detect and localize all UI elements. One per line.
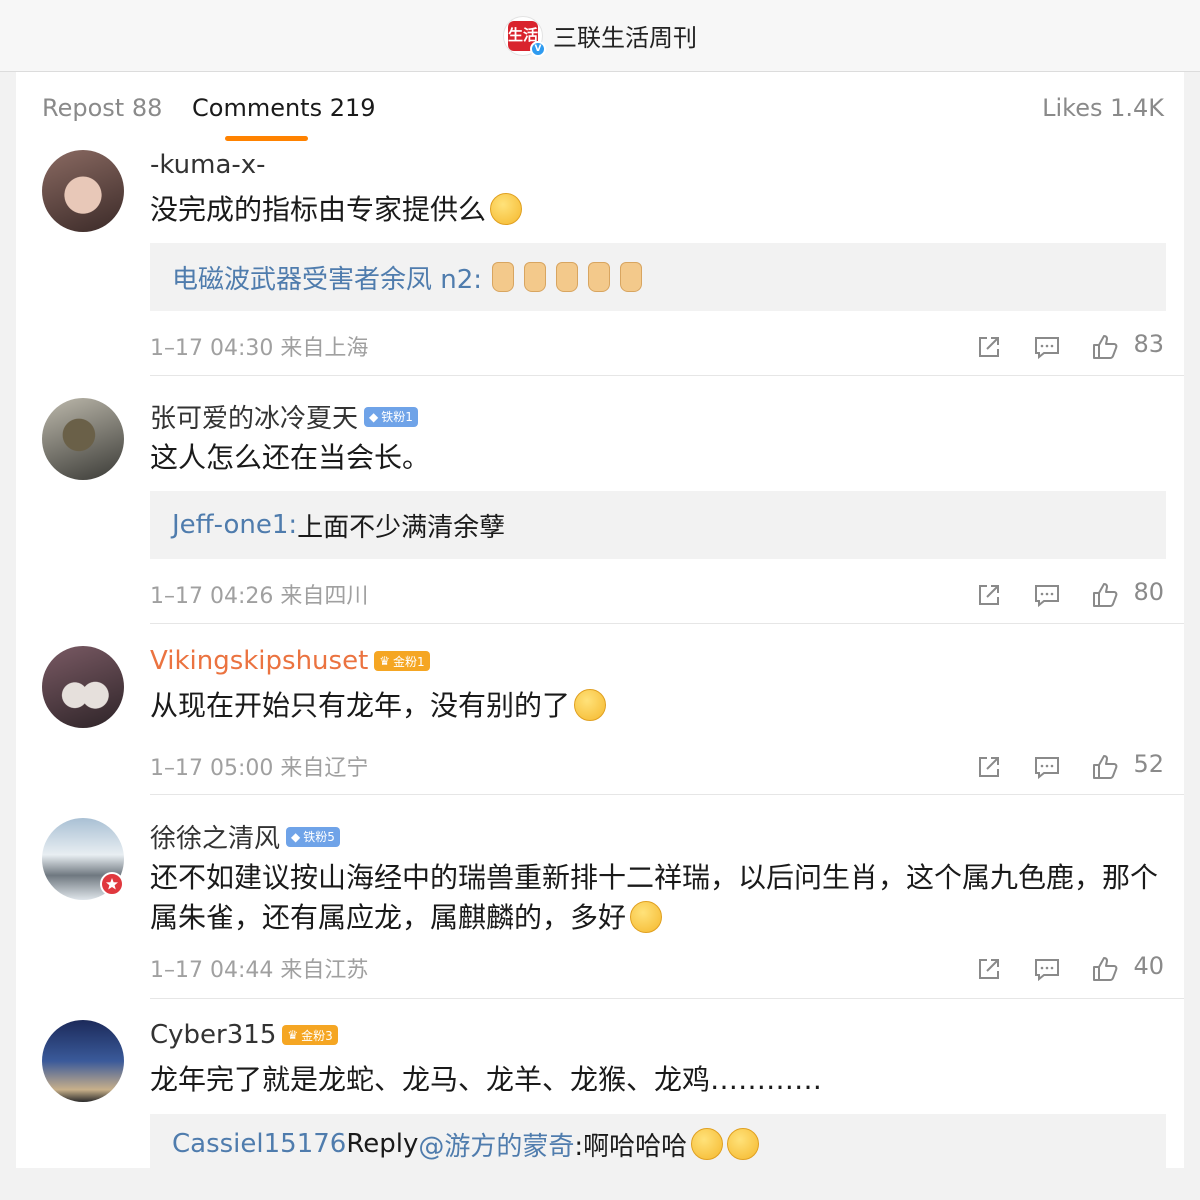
tab-repost[interactable]: Repost 88: [42, 94, 162, 122]
like-count: 40: [1133, 952, 1164, 980]
share-icon[interactable]: [974, 332, 1004, 362]
fan-badge: ◆ 铁粉5: [286, 826, 340, 847]
comments-panel: Repost 88 Comments 219 Likes 1.4K -kuma-…: [16, 72, 1184, 1168]
avatar[interactable]: [42, 150, 124, 232]
avatar[interactable]: [42, 1020, 124, 1102]
reply-mention[interactable]: @游方的蒙奇: [418, 1126, 574, 1163]
comment-text: 还不如建议按山海经中的瑞兽重新排十二祥瑞，以后问生肖，这个属九色鹿，那个属朱雀，…: [150, 861, 1159, 934]
comment-username[interactable]: -kuma-x-: [150, 150, 266, 180]
active-tab-indicator: [225, 136, 308, 141]
like-count: 52: [1133, 750, 1164, 778]
fan-badge: ♛ 金粉3: [282, 1025, 338, 1045]
avatar[interactable]: [42, 398, 124, 480]
comment-text: 龙年完了就是龙蛇、龙马、龙羊、龙猴、龙鸡…………: [150, 1063, 823, 1096]
avatar[interactable]: [42, 646, 124, 728]
thumbs-up-emoji: [588, 262, 611, 292]
tab-comments[interactable]: Comments 219: [192, 94, 376, 122]
grin-face-emoji: [727, 1128, 760, 1160]
comment-divider: [150, 623, 1184, 624]
top-bar: 生活 V 三联生活周刊: [0, 0, 1200, 72]
thumbs-up-emoji: [492, 262, 515, 292]
comment-divider: [150, 375, 1184, 376]
comment-username[interactable]: 徐徐之清风 ◆ 铁粉5: [150, 818, 340, 855]
reply-preview[interactable]: Cassiel15176 Reply @游方的蒙奇:啊哈哈哈: [150, 1114, 1166, 1168]
comment-icon[interactable]: [1032, 752, 1062, 782]
crown-icon: ♛: [379, 654, 391, 668]
like-count: 83: [1133, 330, 1164, 358]
comment-username[interactable]: 张可爱的冰冷夏天 ◆ 铁粉1: [150, 398, 418, 435]
drooling-face-emoji: [490, 193, 523, 225]
share-icon[interactable]: [974, 954, 1004, 984]
comment-text: 这人怎么还在当会长。: [150, 441, 431, 474]
like-icon[interactable]: [1090, 332, 1120, 362]
verified-icon: V: [530, 40, 546, 57]
share-icon[interactable]: [974, 580, 1004, 610]
comment-actions: 83: [974, 330, 1184, 364]
account-name: 三联生活周刊: [553, 24, 697, 52]
comment-divider: [150, 998, 1184, 999]
bottom-strip: [0, 1168, 1200, 1200]
comment-meta: 1–17 04:30 来自上海: [150, 336, 369, 361]
comment-username[interactable]: Vikingskipshuset ♛ 金粉1: [150, 646, 430, 676]
thumbs-up-emoji: [524, 262, 547, 292]
comment-text: 从现在开始只有龙年，没有别的了: [150, 686, 1160, 726]
thumbs-up-emoji: [556, 262, 579, 292]
account-logo: 生活 V: [503, 15, 546, 57]
like-icon[interactable]: [1090, 580, 1120, 610]
comment-text: 没完成的指标由专家提供么: [150, 190, 1160, 230]
comment-actions: 40: [974, 952, 1184, 986]
reply-author[interactable]: 电磁波武器受害者余凤 n2:: [172, 259, 482, 296]
official-badge-icon: [100, 872, 124, 896]
reply-author[interactable]: Cassiel15176: [172, 1129, 346, 1159]
crown-icon: ♛: [287, 1028, 299, 1042]
thumbs-up-emoji: [620, 262, 643, 292]
fan-badge: ♛ 金粉1: [374, 651, 430, 671]
shush-face-emoji: [630, 901, 663, 933]
comment-actions: 52: [974, 750, 1184, 784]
doge-emoji: [574, 689, 607, 721]
share-icon[interactable]: [974, 752, 1004, 782]
doge-emoji: [691, 1128, 724, 1160]
reply-text: 上面不少满清余孽: [297, 512, 506, 543]
reply-preview[interactable]: 电磁波武器受害者余凤 n2:: [150, 243, 1166, 311]
comment-icon[interactable]: [1032, 954, 1062, 984]
reply-preview[interactable]: Jeff-one1: 上面不少满清余孽: [150, 491, 1166, 559]
comment-divider: [150, 794, 1184, 795]
comment-username[interactable]: Cyber315 ♛ 金粉3: [150, 1020, 338, 1050]
comment-icon[interactable]: [1032, 580, 1062, 610]
tab-bar: Repost 88 Comments 219 Likes 1.4K: [16, 72, 1184, 142]
like-icon[interactable]: [1090, 752, 1120, 782]
reply-author[interactable]: Jeff-one1:: [172, 510, 297, 540]
tab-likes[interactable]: Likes 1.4K: [1042, 94, 1164, 122]
reply-label: Reply: [346, 1129, 419, 1159]
like-icon[interactable]: [1090, 954, 1120, 984]
comment-meta: 1–17 04:26 来自四川: [150, 584, 369, 609]
comment-icon[interactable]: [1032, 332, 1062, 362]
fan-badge: ◆ 铁粉1: [364, 406, 418, 427]
like-count: 80: [1133, 578, 1164, 606]
comment-meta: 1–17 05:00 来自辽宁: [150, 756, 369, 781]
account-header[interactable]: 生活 V 三联生活周刊: [503, 15, 697, 57]
diamond-icon: ◆: [369, 409, 379, 424]
comment-actions: 80: [974, 578, 1184, 612]
diamond-icon: ◆: [291, 829, 301, 844]
reply-text: :啊哈哈哈: [574, 1131, 688, 1162]
comment-meta: 1–17 04:44 来自江苏: [150, 958, 369, 983]
